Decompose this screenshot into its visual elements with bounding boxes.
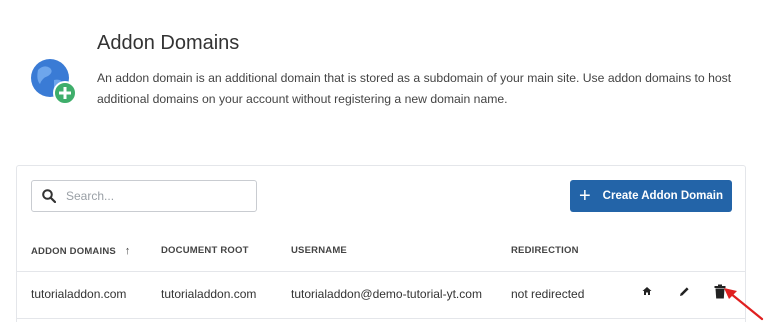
search-icon [42,189,56,203]
sort-ascending-icon: ↑ [124,245,131,257]
pencil-icon [679,286,689,296]
column-header-redirection[interactable]: REDIRECTION [511,245,579,256]
globe-plus-icon [31,59,77,105]
column-header-document-root[interactable]: DOCUMENT ROOT [161,245,249,256]
page-description: An addon domain is an additional domain … [97,71,732,106]
create-addon-domain-button[interactable]: + Create Addon Domain [570,180,732,212]
addon-domains-panel: + Create Addon Domain ADDON DOMAINS ↑ DO… [16,165,746,322]
edit-button[interactable] [675,282,693,300]
column-header-username[interactable]: USERNAME [291,245,347,256]
home-button[interactable] [638,282,656,300]
cell-domain: tutorialaddon.com [31,287,127,301]
cell-redirection: not redirected [511,287,585,301]
page-title: Addon Domains [97,32,240,54]
plus-icon: + [578,185,591,207]
create-addon-domain-label: Create Addon Domain [602,190,724,202]
home-icon [642,287,652,295]
column-header-addon-domains[interactable]: ADDON DOMAINS ↑ [31,245,130,257]
red-arrow-annotation [724,288,764,321]
page-header: Addon Domains An addon domain is an addi… [30,24,750,134]
cell-username: tutorialaddon@demo-tutorial-yt.com [291,287,482,301]
header-divider [17,271,745,272]
search-input[interactable] [66,189,236,203]
search-box[interactable] [31,180,257,212]
cell-document-root[interactable]: tutorialaddon.com [161,287,256,301]
column-header-label: ADDON DOMAINS [31,246,116,257]
row-divider [17,318,745,319]
